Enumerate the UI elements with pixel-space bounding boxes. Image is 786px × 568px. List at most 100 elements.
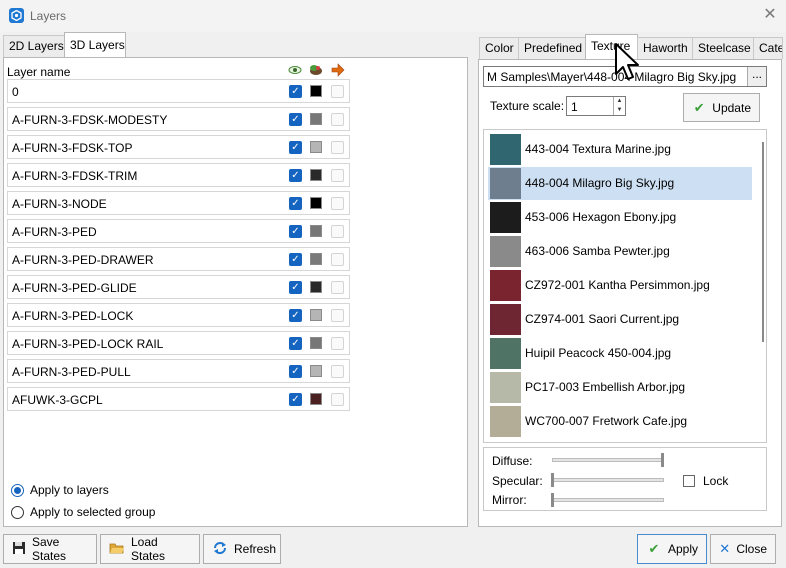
layer-visible-checkbox[interactable]: ✓: [289, 253, 302, 266]
layer-color-swatch[interactable]: [310, 225, 322, 237]
list-item[interactable]: 453-006 Hexagon Ebony.jpg: [488, 201, 752, 234]
apply-to-group-radio[interactable]: [11, 506, 24, 519]
layer-option-checkbox[interactable]: [331, 365, 344, 378]
texture-thumbnail: [490, 168, 521, 199]
stepper-arrows-icon[interactable]: ▲ ▼: [613, 97, 625, 115]
texture-name: WC700-007 Fretwork Cafe.jpg: [525, 414, 688, 428]
layer-color-swatch[interactable]: [310, 365, 322, 377]
list-item[interactable]: WC700-007 Fretwork Cafe.jpg: [488, 405, 752, 438]
mirror-label: Mirror:: [492, 493, 527, 507]
layer-color-swatch[interactable]: [310, 281, 322, 293]
layer-color-swatch[interactable]: [310, 169, 322, 181]
tab-2d-layers[interactable]: 2D Layers: [3, 35, 65, 57]
table-row[interactable]: A-FURN-3-FDSK-MODESTY ✓: [7, 107, 350, 131]
table-row[interactable]: A-FURN-3-PED ✓: [7, 219, 350, 243]
update-button[interactable]: ✔ Update: [683, 93, 760, 122]
table-row[interactable]: A-FURN-3-PED-LOCK RAIL ✓: [7, 331, 350, 355]
apply-to-layers-radio[interactable]: [11, 484, 24, 497]
column-header-layer-name: Layer name: [7, 65, 71, 79]
layer-visible-checkbox[interactable]: ✓: [289, 197, 302, 210]
table-row[interactable]: A-FURN-3-FDSK-TRIM ✓: [7, 163, 350, 187]
table-row[interactable]: A-FURN-3-PED-GLIDE ✓: [7, 275, 350, 299]
layer-color-swatch[interactable]: [310, 113, 322, 125]
layer-visible-checkbox[interactable]: ✓: [289, 337, 302, 350]
layer-color-swatch[interactable]: [310, 141, 322, 153]
texture-list-scrollbar[interactable]: [762, 142, 764, 342]
tab-steelcase[interactable]: Steelcase: [692, 37, 754, 59]
texture-name: PC17-003 Embellish Arbor.jpg: [525, 380, 686, 394]
tab-predefined[interactable]: Predefined: [518, 37, 586, 59]
layer-option-checkbox[interactable]: [331, 197, 344, 210]
layer-option-checkbox[interactable]: [331, 225, 344, 238]
layer-color-swatch[interactable]: [310, 85, 322, 97]
table-row[interactable]: 0 ✓: [7, 79, 350, 103]
save-states-button[interactable]: Save States: [3, 534, 97, 564]
diffuse-label: Diffuse:: [492, 454, 533, 468]
browse-button[interactable]: ...: [747, 67, 766, 86]
layer-option-checkbox[interactable]: [331, 253, 344, 266]
list-item[interactable]: PC17-003 Embellish Arbor.jpg: [488, 371, 752, 404]
layer-color-swatch[interactable]: [310, 253, 322, 265]
list-item[interactable]: CZ972-001 Kantha Persimmon.jpg: [488, 269, 752, 302]
layer-visible-checkbox[interactable]: ✓: [289, 225, 302, 238]
list-item[interactable]: 448-004 Milagro Big Sky.jpg: [488, 167, 752, 200]
layer-visible-checkbox[interactable]: ✓: [289, 113, 302, 126]
table-row[interactable]: A-FURN-3-PED-PULL ✓: [7, 359, 350, 383]
diffuse-slider[interactable]: [552, 458, 664, 462]
apply-to-layers-label[interactable]: Apply to layers: [30, 483, 109, 497]
layer-visible-checkbox[interactable]: ✓: [289, 365, 302, 378]
table-row[interactable]: A-FURN-3-NODE ✓: [7, 191, 350, 215]
refresh-button[interactable]: Refresh: [203, 534, 281, 564]
layer-color-swatch[interactable]: [310, 309, 322, 321]
layer-visible-checkbox[interactable]: ✓: [289, 393, 302, 406]
tab-haworth[interactable]: Haworth: [637, 37, 693, 59]
mirror-slider-thumb[interactable]: [551, 493, 554, 507]
list-item[interactable]: CZ974-001 Saori Current.jpg: [488, 303, 752, 336]
tab-color[interactable]: Color: [479, 37, 519, 59]
layer-color-swatch[interactable]: [310, 337, 322, 349]
texture-list[interactable]: 443-004 Textura Marine.jpg 448-004 Milag…: [483, 129, 767, 443]
table-row[interactable]: A-FURN-3-FDSK-TOP ✓: [7, 135, 350, 159]
close-icon[interactable]: ✕: [762, 7, 778, 23]
layer-visible-checkbox[interactable]: ✓: [289, 141, 302, 154]
apply-to-group-label[interactable]: Apply to selected group: [30, 505, 155, 519]
texture-scale-label: Texture scale:: [490, 99, 565, 113]
table-row[interactable]: A-FURN-3-PED-DRAWER ✓: [7, 247, 350, 271]
diffuse-slider-thumb[interactable]: [661, 453, 664, 467]
list-item[interactable]: 463-006 Samba Pewter.jpg: [488, 235, 752, 268]
close-button[interactable]: ✕ Close: [710, 534, 776, 564]
layer-name: A-FURN-3-FDSK-MODESTY: [12, 113, 168, 127]
layer-visible-checkbox[interactable]: ✓: [289, 85, 302, 98]
layer-option-checkbox[interactable]: [331, 281, 344, 294]
layer-visible-checkbox[interactable]: ✓: [289, 281, 302, 294]
mirror-slider[interactable]: [552, 498, 664, 502]
layer-option-checkbox[interactable]: [331, 169, 344, 182]
table-row[interactable]: A-FURN-3-PED-LOCK ✓: [7, 303, 350, 327]
tab-3d-layers[interactable]: 3D Layers: [64, 32, 126, 57]
apply-button[interactable]: ✔ Apply: [637, 534, 707, 564]
lock-label[interactable]: Lock: [703, 474, 728, 488]
texture-scale-stepper[interactable]: 1 ▲ ▼: [566, 96, 626, 116]
layer-visible-checkbox[interactable]: ✓: [289, 169, 302, 182]
specular-slider[interactable]: [552, 478, 664, 482]
refresh-label: Refresh: [234, 542, 277, 556]
layer-option-checkbox[interactable]: [331, 337, 344, 350]
texture-thumbnail: [490, 304, 521, 335]
layer-option-checkbox[interactable]: [331, 309, 344, 322]
specular-slider-thumb[interactable]: [551, 473, 554, 487]
layer-option-checkbox[interactable]: [331, 113, 344, 126]
layer-option-checkbox[interactable]: [331, 141, 344, 154]
layer-visible-checkbox[interactable]: ✓: [289, 309, 302, 322]
list-item[interactable]: Huipil Peacock 450-004.jpg: [488, 337, 752, 370]
tab-cate[interactable]: Cate: [753, 37, 783, 59]
lock-checkbox[interactable]: [683, 475, 695, 487]
layer-name: A-FURN-3-NODE: [12, 197, 107, 211]
texture-thumbnail: [490, 202, 521, 233]
table-row[interactable]: AFUWK-3-GCPL ✓: [7, 387, 350, 411]
layer-color-swatch[interactable]: [310, 197, 322, 209]
list-item[interactable]: 443-004 Textura Marine.jpg: [488, 133, 752, 166]
load-states-button[interactable]: Load States: [100, 534, 200, 564]
layer-option-checkbox[interactable]: [331, 85, 344, 98]
layer-option-checkbox[interactable]: [331, 393, 344, 406]
layer-color-swatch[interactable]: [310, 393, 322, 405]
